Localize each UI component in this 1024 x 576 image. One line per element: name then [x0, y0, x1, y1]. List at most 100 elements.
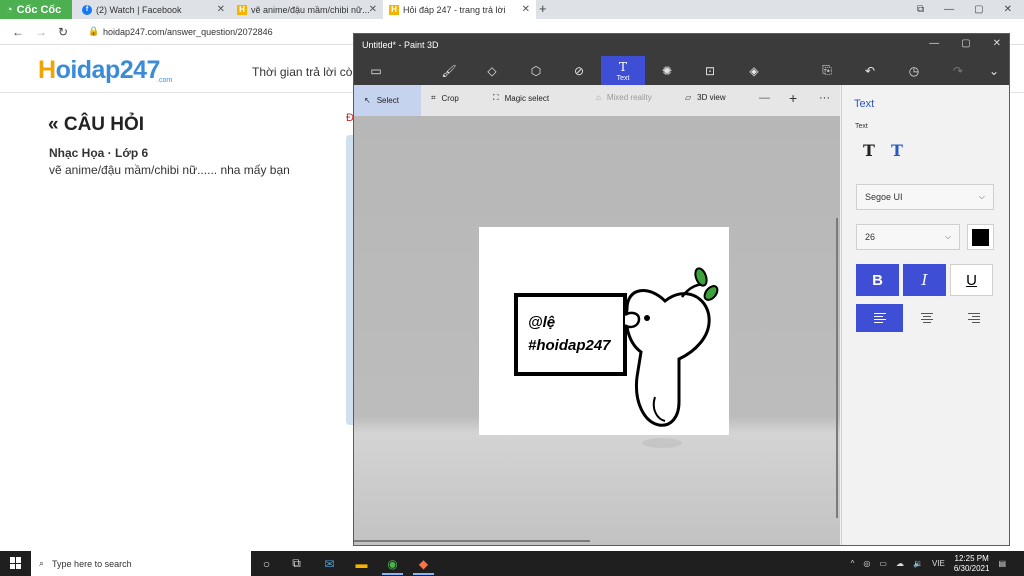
sign-board: [514, 293, 627, 376]
cortana-icon[interactable]: ○: [259, 556, 274, 571]
menu-icon[interactable]: ▭: [354, 56, 398, 85]
select-tool[interactable]: ↖ Select: [354, 85, 421, 116]
browser-tab-strip: ◔ Cốc Cốc f (2) Watch | Facebook 🔊 ✕ H v…: [0, 0, 1024, 19]
close-icon[interactable]: ✕: [993, 38, 1001, 49]
cursor-icon: ↖: [364, 96, 371, 105]
zoom-out-icon[interactable]: —: [759, 92, 770, 104]
align-right-button[interactable]: [950, 304, 997, 332]
chevron-down-icon: ⌵: [978, 192, 985, 201]
magic-select-icon: ⛶: [493, 93, 499, 102]
font-size-dropdown[interactable]: 26 ⌵: [856, 224, 960, 250]
tab-close-icon[interactable]: ✕: [522, 4, 530, 15]
maximize-icon[interactable]: ▢: [961, 38, 970, 49]
3d-view-toggle[interactable]: ▱ 3D view: [685, 93, 726, 102]
header-answer-time: Thời gian trả lời cò: [252, 65, 353, 79]
tab-facebook[interactable]: f (2) Watch | Facebook 🔊 ✕: [76, 0, 231, 19]
file-explorer-icon[interactable]: ▬: [354, 556, 369, 571]
3d-library-icon[interactable]: ◈: [732, 56, 776, 85]
text-icon: T: [618, 59, 627, 74]
tab-close-icon[interactable]: ✕: [217, 4, 225, 15]
question-body: vẽ anime/đậu mầm/chibi nữ...... nha mấy …: [49, 163, 290, 177]
zoom-in-icon[interactable]: +: [789, 90, 797, 106]
expand-chevron-icon[interactable]: ⌄: [972, 56, 1016, 85]
coccoc-logo-icon: ◔: [6, 3, 13, 16]
italic-button[interactable]: I: [903, 264, 946, 296]
panel-title: Text: [854, 98, 875, 110]
stickers-icon[interactable]: ⊘: [557, 56, 601, 85]
tab-question[interactable]: H vẽ anime/đậu mầm/chibi nữ... ✕: [231, 0, 383, 19]
new-tab-button[interactable]: +: [539, 1, 547, 16]
text-properties-panel: Text Text T T Segoe UI ⌵ 26 ⌵ B I U: [841, 85, 1009, 545]
facebook-icon: f: [82, 4, 92, 15]
text-tool-button[interactable]: T Text: [601, 56, 645, 85]
language-indicator[interactable]: VIE: [932, 559, 945, 568]
magic-select-tool[interactable]: ⛶ Magic select: [493, 93, 549, 103]
volume-icon[interactable]: 🔉: [913, 559, 923, 568]
taskbar-search-box[interactable]: ⌕ Type here to search: [31, 551, 251, 576]
maximize-icon[interactable]: ▢: [974, 4, 983, 15]
battery-icon[interactable]: ▭: [879, 559, 887, 568]
task-view-icon[interactable]: ⧉: [289, 556, 304, 571]
tab-hoidap-active[interactable]: H Hỏi đáp 247 - trang trả lời ✕: [383, 0, 536, 19]
logo-h: H: [38, 56, 56, 84]
minimize-icon[interactable]: —: [929, 38, 939, 49]
reload-icon[interactable]: ↻: [58, 25, 68, 39]
mail-icon[interactable]: ✉: [322, 556, 337, 571]
windows-start-icon[interactable]: [10, 557, 22, 569]
drawing-canvas[interactable]: @lệ #hoidap247: [479, 227, 729, 435]
tool-glyph: ◈: [749, 63, 759, 78]
network-icon[interactable]: ☁: [896, 559, 904, 568]
restore-icon[interactable]: ⧉: [917, 4, 924, 15]
coccoc-menu-button[interactable]: ◔ Cốc Cốc: [0, 0, 72, 19]
align-left-button[interactable]: [856, 304, 903, 332]
crop-tool[interactable]: ⌗ Crop: [431, 93, 459, 103]
close-icon[interactable]: ✕: [1004, 4, 1012, 15]
double-chevron-left-icon[interactable]: «: [48, 114, 59, 135]
font-family-dropdown[interactable]: Segoe UI ⌵: [856, 184, 994, 210]
forward-icon[interactable]: →: [35, 25, 47, 39]
3d-text-icon[interactable]: T: [891, 141, 903, 160]
lock-icon: 🔒: [88, 26, 100, 36]
canvas-workspace[interactable]: @lệ #hoidap247: [354, 116, 840, 545]
2d-shapes-icon[interactable]: ◇: [470, 56, 514, 85]
canvas-icon[interactable]: ⊡: [688, 56, 732, 85]
effects-icon[interactable]: ✺: [645, 56, 689, 85]
clock[interactable]: 12:25 PM 6/30/2021: [954, 554, 990, 574]
notifications-icon[interactable]: ▤: [998, 559, 1006, 568]
tab-label: vẽ anime/đậu mầm/chibi nữ...: [251, 4, 370, 15]
history-icon[interactable]: ◷: [892, 56, 936, 85]
chevron-down-icon: ⌵: [944, 232, 951, 241]
tool-glyph: ◇: [487, 63, 497, 78]
back-icon[interactable]: ←: [12, 25, 24, 39]
text-color-swatch[interactable]: [967, 224, 994, 250]
horizontal-scrollbar[interactable]: [354, 540, 590, 542]
more-options-icon[interactable]: ···: [819, 92, 830, 104]
minimize-icon[interactable]: —: [944, 4, 954, 15]
clock-date: 6/30/2021: [953, 563, 990, 573]
site-logo[interactable]: Hoidap247: [38, 56, 160, 85]
paint3d-taskbar-icon[interactable]: ◆: [413, 556, 434, 575]
mixed-reality-icon: ⌂: [596, 93, 601, 102]
tab-close-icon[interactable]: ✕: [369, 4, 377, 15]
tray-app-icon[interactable]: ◎: [863, 559, 870, 568]
chevron-up-icon[interactable]: ^: [851, 559, 855, 568]
paste-icon[interactable]: ⎘: [805, 56, 849, 85]
bold-button[interactable]: B: [856, 264, 899, 296]
url-field[interactable]: hoidap247.com/answer_question/2072846: [103, 27, 273, 37]
brushes-icon[interactable]: 🖌: [427, 56, 471, 85]
undo-icon[interactable]: ↶: [848, 56, 892, 85]
mixed-reality-label: Mixed reality: [606, 93, 652, 102]
tool-glyph: 🖌: [441, 63, 457, 78]
paint3d-toolbar: ▭ 🖌 ◇ ⬡ ⊘ T Text ✺ ⊡ ◈ ⎘ ↶ ◷ ↷ ⌄: [354, 56, 1009, 85]
coccoc-taskbar-icon[interactable]: ◉: [382, 556, 403, 575]
font-family-value: Segoe UI: [865, 192, 903, 202]
3d-shapes-icon[interactable]: ⬡: [514, 56, 558, 85]
underline-button[interactable]: U: [950, 264, 993, 296]
chibi-body: [624, 289, 711, 427]
2d-text-icon[interactable]: T: [863, 141, 875, 160]
tab-label: Hỏi đáp 247 - trang trả lời: [403, 4, 506, 15]
chibi-eye: [644, 315, 650, 321]
vertical-scrollbar[interactable]: [836, 218, 838, 518]
align-center-button[interactable]: [903, 304, 950, 332]
mixed-reality-tool[interactable]: ⌂ Mixed reality: [596, 93, 652, 102]
